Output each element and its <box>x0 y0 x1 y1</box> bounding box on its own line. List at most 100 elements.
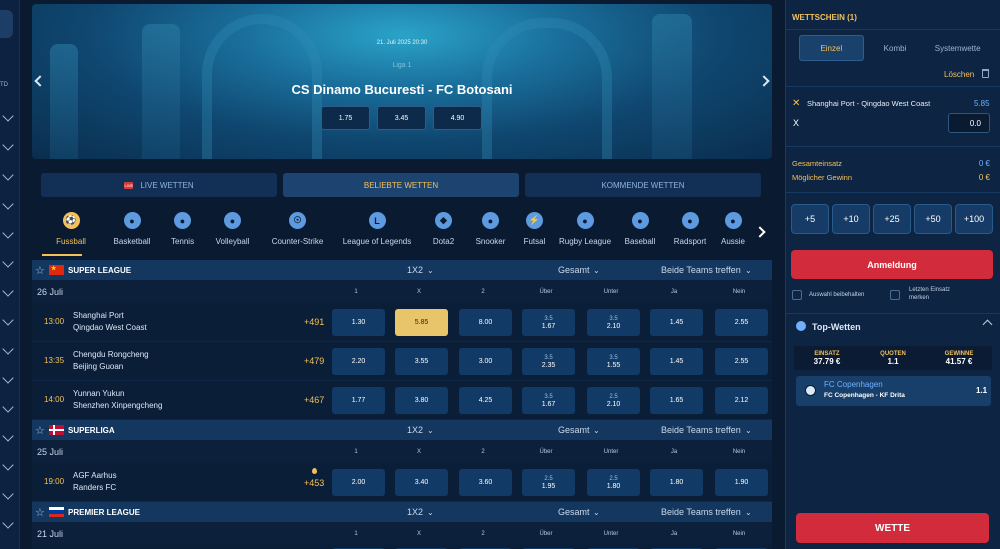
sport-tab-tennis[interactable]: ● Tennis <box>164 208 201 246</box>
chevron-down-icon[interactable] <box>2 459 14 471</box>
odd-button[interactable]: 1.45 <box>650 309 703 336</box>
chevron-down-icon[interactable] <box>2 198 14 210</box>
chevron-down-icon[interactable] <box>2 314 14 326</box>
chevron-down-icon[interactable]: ⌄ <box>745 266 752 275</box>
chevron-down-icon[interactable] <box>2 256 14 268</box>
clear-slip-button[interactable]: Löschen <box>944 70 974 79</box>
sport-tab-fussball[interactable]: ⚽ Fussball <box>42 208 100 246</box>
league-header[interactable]: ☆ ★ SUPER LEAGUE 1X2 ⌄ Gesamt ⌄ Beide Teams tre… <box>32 260 772 280</box>
odd-button[interactable]: 2.5 2.10 <box>587 387 640 414</box>
odd-button[interactable]: 2.55 <box>715 309 768 336</box>
stake-chip[interactable]: +5 <box>791 204 829 234</box>
market-select-total[interactable]: Gesamt <box>558 507 590 517</box>
odd-button[interactable]: 1.77 <box>332 387 385 414</box>
odd-button[interactable]: 1.80 <box>650 469 703 496</box>
odd-button[interactable]: 3.80 <box>395 387 448 414</box>
match-row[interactable]: 19:00 AGF Aarhus Randers FC +453 2.00 3.40 3.6… <box>32 463 772 502</box>
odd-button[interactable]: 2.00 <box>332 469 385 496</box>
chevron-down-icon[interactable] <box>2 110 14 122</box>
sidebar-toggle-button[interactable] <box>0 10 13 38</box>
league-header[interactable]: ☆ SUPERLIGA 1X2 ⌄ Gesamt ⌄ Beide Teams treffen… <box>32 420 772 440</box>
stake-chip[interactable]: +100 <box>955 204 993 234</box>
tab-kombi[interactable]: Kombi <box>864 35 927 61</box>
odd-button[interactable]: 3.00 <box>459 348 512 375</box>
league-header[interactable]: ☆ PREMIER LEAGUE 1X2 ⌄ Gesamt ⌄ Beide Teams tr… <box>32 502 772 522</box>
more-markets-link[interactable]: +467 <box>304 395 324 405</box>
chevron-down-icon[interactable] <box>2 343 14 355</box>
stake-input[interactable]: 0.0 <box>948 113 990 133</box>
market-select-btts[interactable]: Beide Teams treffen <box>661 265 741 275</box>
odd-button[interactable]: 8.00 <box>459 309 512 336</box>
stake-chip[interactable]: +10 <box>832 204 870 234</box>
chevron-down-icon[interactable]: ⌄ <box>745 508 752 517</box>
odd-button[interactable]: 2.55 <box>715 348 768 375</box>
chevron-down-icon[interactable]: ⌄ <box>427 508 434 517</box>
chevron-down-icon[interactable] <box>2 372 14 384</box>
sport-tab-counter-strike[interactable]: ☉ Counter-Strike <box>264 208 331 246</box>
chevron-down-icon[interactable] <box>2 488 14 500</box>
odd-button[interactable]: 3.5 2.35 <box>522 348 575 375</box>
top-bet-card[interactable]: FC Copenhagen FC Copenhagen - KF Drita 1… <box>796 376 991 406</box>
sports-scroll-next[interactable] <box>752 217 772 249</box>
sport-tab-rugby-league[interactable]: ● Rugby League <box>556 208 614 246</box>
sport-tab-snooker[interactable]: ● Snooker <box>468 208 513 246</box>
featured-match-banner[interactable]: 21. Juli 2025 20:30 Liga 1 CS Dinamo Buc… <box>32 4 772 159</box>
odd-button[interactable]: 2.12 <box>715 387 768 414</box>
sport-tab-dota2[interactable]: ◆ Dota2 <box>423 208 464 246</box>
tab-beliebte-wetten[interactable]: BELIEBTE WETTEN <box>283 173 519 197</box>
chevron-down-icon[interactable] <box>2 139 14 151</box>
match-row[interactable]: 13:35 Chengdu Rongcheng Beijing Guoan +479 2… <box>32 342 772 381</box>
odd-button[interactable]: 3.40 <box>395 469 448 496</box>
star-icon[interactable]: ☆ <box>35 424 47 437</box>
chevron-up-icon[interactable] <box>982 319 993 330</box>
odd-button[interactable]: 5.85 <box>395 309 448 336</box>
sport-tab-league-of-legends[interactable]: L League of Legends <box>335 208 419 246</box>
odd-button[interactable]: 1.65 <box>650 387 703 414</box>
odd-button[interactable]: 4.25 <box>459 387 512 414</box>
remember-stake-checkbox[interactable] <box>890 290 900 300</box>
odd-button[interactable]: 2.20 <box>332 348 385 375</box>
trash-icon[interactable] <box>982 69 989 78</box>
match-row[interactable]: BeginntGazovik Orenburg <box>32 545 772 549</box>
odd-button[interactable]: 3.5 1.67 <box>522 309 575 336</box>
tab-einzel[interactable]: Einzel <box>799 35 864 61</box>
more-markets-link[interactable]: +453 <box>304 478 324 488</box>
market-select-btts[interactable]: Beide Teams treffen <box>661 507 741 517</box>
sport-tab-aussie[interactable]: ● Aussie <box>718 208 748 246</box>
chevron-down-icon[interactable]: ⌄ <box>593 266 600 275</box>
odd-button[interactable]: 1.90 <box>715 469 768 496</box>
odd-button[interactable]: 3.5 1.67 <box>522 387 575 414</box>
odd-button[interactable]: 1.45 <box>650 348 703 375</box>
place-bet-button[interactable]: WETTE <box>796 513 989 543</box>
sport-tab-basketball[interactable]: ● Basketball <box>104 208 160 246</box>
match-row[interactable]: 13:00 Shanghai Port Qingdao West Coast +491… <box>32 303 772 342</box>
odd-button[interactable]: 1.30 <box>332 309 385 336</box>
market-select-total[interactable]: Gesamt <box>558 425 590 435</box>
chevron-down-icon[interactable]: ⌄ <box>427 266 434 275</box>
odd-button[interactable]: 3.60 <box>459 469 512 496</box>
odd-button-draw[interactable]: 3.45 <box>377 106 426 130</box>
remove-bet-icon[interactable]: ✕ <box>792 98 800 109</box>
stake-chip[interactable]: +50 <box>914 204 952 234</box>
sport-tab-futsal[interactable]: ⚡ Futsal <box>517 208 552 246</box>
sport-tab-radsport[interactable]: ● Radsport <box>666 208 714 246</box>
odd-button[interactable]: 2.5 1.80 <box>587 469 640 496</box>
chevron-down-icon[interactable]: ⌄ <box>593 508 600 517</box>
odd-button[interactable]: 2.5 1.95 <box>522 469 575 496</box>
star-icon[interactable]: ☆ <box>35 506 47 519</box>
chevron-down-icon[interactable] <box>2 285 14 297</box>
market-select-btts[interactable]: Beide Teams treffen <box>661 425 741 435</box>
odd-button[interactable]: 3.55 <box>395 348 448 375</box>
odd-button[interactable]: 3.5 2.10 <box>587 309 640 336</box>
match-row[interactable]: 14:00 Yunnan Yukun Shenzhen Xinpengcheng +4… <box>32 381 772 420</box>
market-select-1x2[interactable]: 1X2 <box>407 425 423 435</box>
market-select-1x2[interactable]: 1X2 <box>407 265 423 275</box>
star-icon[interactable]: ☆ <box>35 264 47 277</box>
stake-chip[interactable]: +25 <box>873 204 911 234</box>
keep-selection-checkbox[interactable] <box>792 290 802 300</box>
more-markets-link[interactable]: +479 <box>304 356 324 366</box>
odd-button-away[interactable]: 4.90 <box>433 106 482 130</box>
chevron-down-icon[interactable]: ⌄ <box>745 426 752 435</box>
chevron-down-icon[interactable]: ⌄ <box>593 426 600 435</box>
odd-button-home[interactable]: 1.75 <box>321 106 370 130</box>
